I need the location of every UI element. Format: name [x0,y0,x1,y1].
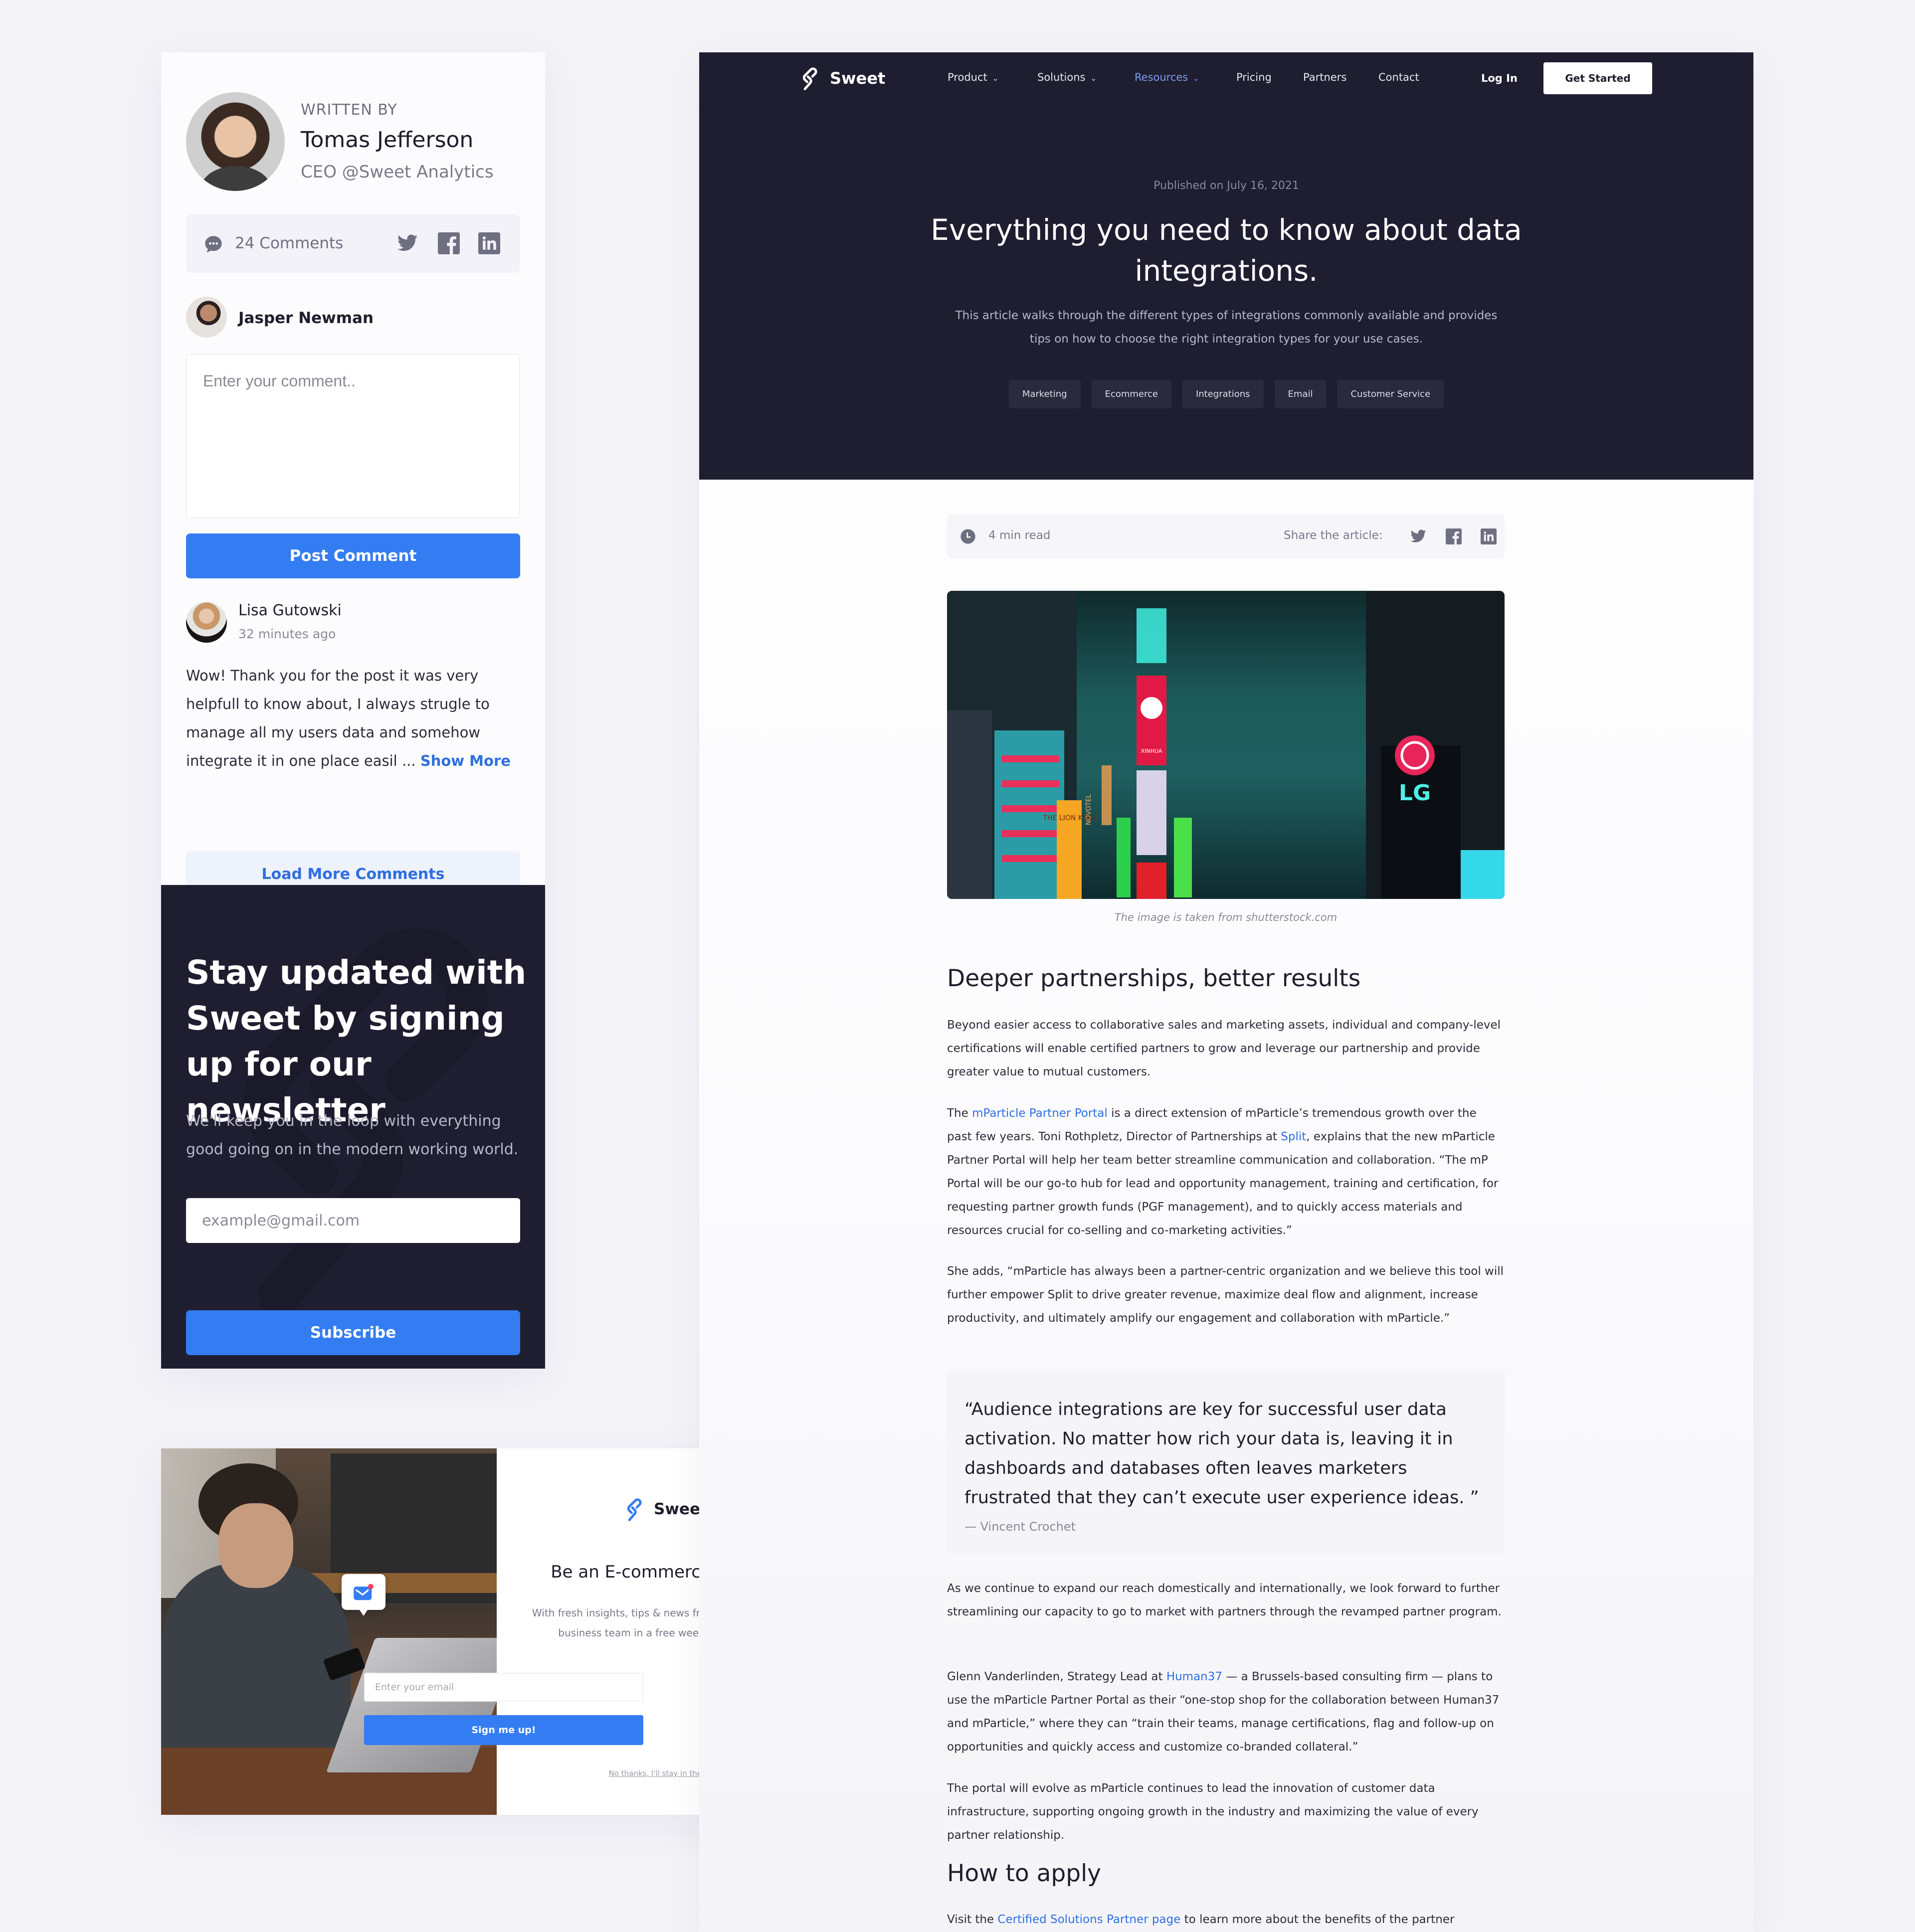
text: , explains that the new mParticle Partne… [947,1130,1499,1237]
commenter-name[interactable]: Lisa Gutowski [238,602,342,619]
twitter-icon[interactable] [396,232,418,254]
tag-list: Marketing Ecommerce Integrations Email C… [699,380,1753,408]
chevron-down-icon: ⌄ [992,74,999,83]
popup-photo [161,1448,497,1815]
nav-item-contact[interactable]: Contact [1378,71,1419,83]
comment-timestamp: 32 minutes ago [238,627,336,641]
twitter-icon[interactable] [1410,528,1427,545]
sign-me-up-button[interactable]: Sign me up! [364,1715,643,1745]
newsletter-section: Stay updated with Sweet by signing up fo… [161,885,545,1369]
newsletter-description: We'll keep you in the loop with everythi… [186,1112,519,1158]
post-comment-button[interactable]: Post Comment [186,533,520,578]
get-started-button[interactable]: Get Started [1543,62,1652,94]
comment-input[interactable] [186,354,520,519]
blockquote: “Audience integrations are key for succe… [947,1370,1505,1554]
newsletter-email-input[interactable] [186,1198,520,1243]
chevron-down-icon: ⌄ [1193,74,1199,83]
nav-label: Product [948,71,987,83]
nav-item-pricing[interactable]: Pricing [1236,71,1272,83]
sign-xinhua: XINHUA [1141,748,1162,754]
quote-author: — Vincent Crochet [964,1520,1076,1534]
facebook-icon[interactable] [1446,528,1462,545]
text: Visit the [947,1913,998,1926]
section-heading: How to apply [947,1860,1101,1887]
paragraph: As we continue to expand our reach domes… [947,1582,1502,1618]
tag-marketing[interactable]: Marketing [1008,380,1081,408]
tag-customer-service[interactable]: Customer Service [1337,380,1444,408]
written-by-label: WRITTEN BY [301,101,397,119]
notification-bubble [342,1574,385,1616]
split-link[interactable]: Split [1281,1130,1306,1143]
city-night-illustration: THE LION KING XINHUA NOVOTEL LG [947,591,1505,899]
subscribe-button[interactable]: Subscribe [186,1310,520,1355]
author-avatar [186,92,285,191]
comments-share-bar: 24 Comments [186,214,520,273]
show-more-link[interactable]: Show More [420,752,511,769]
nav-label: Resources [1135,71,1188,83]
paragraph: Visit the Certified Solutions Partner pa… [947,1908,1505,1932]
current-user-avatar [186,297,227,338]
current-user-name: Jasper Newman [238,309,374,327]
paragraph: Beyond easier access to collaborative sa… [947,1019,1501,1078]
paragraph: She adds, “mParticle has always been a p… [947,1265,1504,1325]
read-time: 4 min read [988,529,1051,542]
hero-section: Sweet Product ⌄ Solutions ⌄ Resources ⌄ Pri… [699,52,1753,480]
nav-label: Solutions [1037,71,1086,83]
human37-link[interactable]: Human37 [1166,1670,1222,1683]
paragraph: Glenn Vanderlinden, Strategy Lead at Hum… [947,1665,1505,1759]
certified-solutions-partner-link[interactable]: Certified Solutions Partner page [997,1913,1180,1926]
facebook-icon[interactable] [438,232,460,254]
tag-email[interactable]: Email [1274,380,1327,408]
nav-item-product[interactable]: Product ⌄ [948,71,998,83]
paragraph: The mParticle Partner Portal is a direct… [947,1102,1505,1242]
article-page: Sweet Product ⌄ Solutions ⌄ Resources ⌄ Pri… [699,52,1753,1932]
article-meta-bar: 4 min read Share the article: [947,515,1505,558]
clock-icon [960,529,975,544]
paragraph: The portal will evolve as mParticle cont… [947,1782,1479,1842]
sign-novotel: NOVOTEL [1085,794,1093,825]
author-comments-card: WRITTEN BY Tomas Jefferson CEO @Sweet An… [161,52,545,1369]
comment-body: Wow! Thank you for the post it was very … [186,662,520,775]
nav-item-resources[interactable]: Resources ⌄ [1135,71,1199,83]
nav-item-solutions[interactable]: Solutions ⌄ [1037,71,1097,83]
nav-brand[interactable]: Sweet [830,69,885,88]
sign-lg: LG [1399,780,1431,806]
linkedin-icon[interactable] [1481,528,1497,545]
quote-text: “Audience integrations are key for succe… [964,1400,1479,1508]
linkedin-icon[interactable] [478,232,500,254]
mail-notification-icon [354,1583,374,1600]
article-subtitle: This article walks through the different… [955,309,1498,346]
tag-ecommerce[interactable]: Ecommerce [1091,380,1171,408]
tag-integrations[interactable]: Integrations [1182,380,1264,408]
commenter-avatar [186,602,227,643]
popup-email-input[interactable] [364,1673,643,1702]
nav-item-partners[interactable]: Partners [1303,71,1346,83]
login-link[interactable]: Log In [1481,72,1518,84]
published-date: Published on July 16, 2021 [1153,179,1299,192]
article-image: THE LION KING XINHUA NOVOTEL LG [947,591,1505,899]
chevron-down-icon: ⌄ [1090,74,1097,83]
text: to learn more about the benefits of the … [1180,1913,1455,1926]
comment-bubble-icon [205,236,222,253]
share-label: Share the article: [1284,529,1383,542]
section-heading: Deeper partnerships, better results [947,965,1361,992]
article-title: Everything you need to know about data i… [931,213,1522,288]
sweet-logo-icon [625,1498,643,1522]
author-role: CEO @Sweet Analytics [301,162,494,182]
comments-count[interactable]: 24 Comments [235,234,343,252]
mparticle-partner-portal-link[interactable]: mParticle Partner Portal [972,1107,1108,1120]
author-name[interactable]: Tomas Jefferson [301,127,473,153]
image-caption: The image is taken from shutterstock.com [1114,911,1338,923]
sweet-logo-icon[interactable] [800,67,818,91]
newsletter-title: Stay updated with Sweet by signing up fo… [186,953,527,1129]
text: The [947,1107,972,1120]
text: Glenn Vanderlinden, Strategy Lead at [947,1670,1166,1683]
